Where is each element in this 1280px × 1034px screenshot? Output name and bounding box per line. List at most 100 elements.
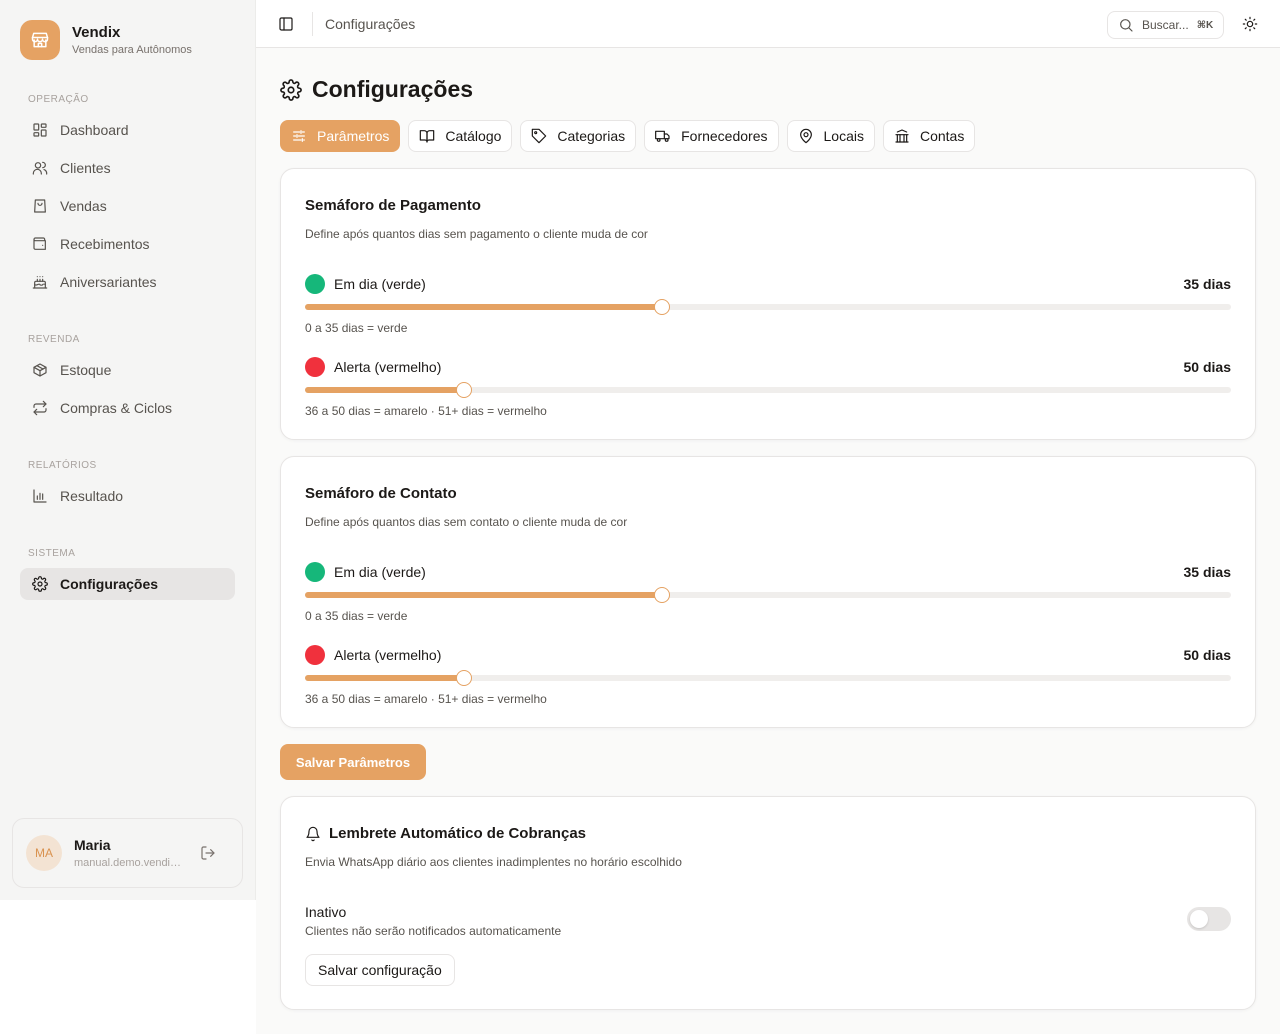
sidebar-item-clientes[interactable]: Clientes [20, 152, 235, 184]
slider-value: 50 dias [1183, 647, 1231, 663]
slider-hint: 0 a 35 dias = verde [305, 321, 408, 335]
sun-icon [1242, 16, 1258, 32]
slider-hint: 36 a 50 dias = amarelo · 51+ dias = verm… [305, 692, 547, 706]
user-name: Maria [74, 837, 111, 853]
brand-name: Vendix [72, 24, 121, 41]
layout-grid-icon [33, 123, 47, 137]
sidebar-item-estoque[interactable]: Estoque [20, 354, 235, 386]
tab-contas[interactable]: Contas [882, 120, 976, 152]
sidebar-toggle-button[interactable] [278, 16, 294, 32]
card-title: Semáforo de Pagamento [305, 197, 481, 214]
reminder-toggle[interactable] [1187, 907, 1231, 931]
gear-icon [280, 78, 302, 101]
sidebar-item-label: Clientes [60, 160, 111, 176]
slider-track[interactable] [305, 299, 1231, 315]
topbar: Configurações Buscar... ⌘K [256, 0, 1280, 48]
breadcrumb: Configurações [325, 16, 416, 32]
slider-label: Alerta (vermelho) [334, 359, 442, 375]
shopping-bag-icon [34, 199, 46, 213]
sidebar-item-compras-ciclos[interactable]: Compras & Ciclos [20, 392, 235, 424]
tab-label: Parâmetros [317, 128, 390, 144]
card-description: Envia WhatsApp diário aos clientes inadi… [305, 855, 682, 869]
slider-value: 35 dias [1183, 276, 1231, 292]
save-config-button[interactable]: Salvar configuração [305, 954, 455, 986]
tab-label: Locais [823, 128, 864, 144]
logout-button[interactable] [200, 845, 216, 861]
sidebar-item-label: Recebimentos [60, 236, 150, 252]
slider-thumb[interactable] [456, 670, 473, 686]
map-pin-icon [799, 128, 812, 144]
cake-icon [32, 276, 48, 289]
tab-parametros[interactable]: Parâmetros [280, 120, 401, 152]
contact-red-slider: Alerta (vermelho) 50 dias 36 a 50 dias =… [305, 645, 1231, 706]
sidebar-item-aniversariantes[interactable]: Aniversariantes [20, 266, 235, 298]
panel-left-icon [279, 17, 293, 31]
payment-red-slider: Alerta (vermelho) 50 dias 36 a 50 dias =… [305, 357, 1231, 418]
card-title: Lembrete Automático de Cobranças [329, 825, 586, 842]
sidebar-item-recebimentos[interactable]: Recebimentos [20, 228, 235, 260]
search-button[interactable]: Buscar... ⌘K [1107, 11, 1224, 39]
nav-section-label: SISTEMA [28, 548, 76, 559]
user-email: manual.demo.vendix@gmail.com [74, 857, 182, 869]
slider-hint: 0 a 35 dias = verde [305, 609, 408, 623]
sliders-icon [293, 130, 305, 142]
brand[interactable]: Vendix Vendas para Autônomos [20, 20, 192, 60]
tab-label: Categorias [557, 128, 626, 144]
slider-fill [305, 304, 662, 310]
reminder-status: Inativo [305, 904, 347, 920]
sidebar-item-label: Vendas [60, 198, 107, 214]
store-icon [20, 20, 60, 60]
sidebar-item-dashboard[interactable]: Dashboard [20, 114, 235, 146]
nav-section-operacao: OPERAÇÃO Dashboard Clientes Vendas Receb… [20, 94, 235, 298]
slider-label: Alerta (vermelho) [334, 647, 442, 663]
slider-value: 35 dias [1183, 564, 1231, 580]
slider-label: Em dia (verde) [334, 276, 426, 292]
sidebar-item-label: Compras & Ciclos [60, 400, 173, 416]
contact-traffic-light-card: Semáforo de Contato Define após quantos … [280, 456, 1256, 728]
auto-reminder-card: Lembrete Automático de Cobranças Envia W… [280, 796, 1256, 1010]
sidebar-item-label: Configurações [60, 576, 159, 592]
slider-thumb[interactable] [456, 382, 473, 398]
search-shortcut: ⌘K [1196, 19, 1214, 31]
tab-catalogo[interactable]: Catálogo [408, 120, 513, 152]
main-content: Configurações Parâmetros Catálogo Catego… [256, 48, 1280, 1034]
tab-label: Catálogo [445, 128, 502, 144]
card-title: Semáforo de Contato [305, 485, 457, 502]
tab-categorias[interactable]: Categorias [520, 120, 637, 152]
sidebar-item-vendas[interactable]: Vendas [20, 190, 235, 222]
slider-label: Em dia (verde) [334, 564, 426, 580]
sidebar-item-configuracoes[interactable]: Configurações [20, 568, 235, 600]
logout-icon [201, 846, 215, 860]
nav-section-label: REVENDA [28, 334, 80, 345]
green-status-dot [305, 274, 325, 294]
theme-toggle-button[interactable] [1242, 16, 1258, 32]
search-icon [1120, 19, 1133, 32]
slider-thumb[interactable] [653, 587, 670, 603]
tab-label: Fornecedores [681, 128, 768, 144]
search-placeholder: Buscar... [1142, 18, 1189, 32]
page-title: Configurações [312, 76, 474, 102]
slider-thumb[interactable] [653, 299, 670, 315]
nav-section-label: RELATÓRIOS [28, 460, 97, 471]
nav-section-relatorios: RELATÓRIOS Resultado [20, 460, 235, 512]
sidebar-item-label: Aniversariantes [60, 274, 157, 290]
bell-icon [306, 826, 320, 841]
slider-track[interactable] [305, 670, 1231, 686]
save-parameters-button[interactable]: Salvar Parâmetros [280, 744, 426, 780]
sidebar-item-label: Estoque [60, 362, 112, 378]
card-title-row: Lembrete Automático de Cobranças [305, 825, 586, 842]
tab-locais[interactable]: Locais [786, 120, 875, 152]
brand-subtitle: Vendas para Autônomos [72, 44, 192, 56]
tab-fornecedores[interactable]: Fornecedores [644, 120, 779, 152]
tab-label: Contas [919, 128, 965, 144]
sidebar-item-resultado[interactable]: Resultado [20, 480, 235, 512]
slider-track[interactable] [305, 382, 1231, 398]
user-card[interactable]: MA Maria manual.demo.vendix@gmail.com [12, 818, 243, 888]
slider-fill [305, 592, 662, 598]
repeat-icon [33, 400, 47, 416]
payment-traffic-light-card: Semáforo de Pagamento Define após quanto… [280, 168, 1256, 440]
slider-fill [305, 675, 465, 681]
slider-track[interactable] [305, 587, 1231, 603]
red-status-dot [305, 357, 325, 377]
avatar: MA [26, 835, 62, 871]
